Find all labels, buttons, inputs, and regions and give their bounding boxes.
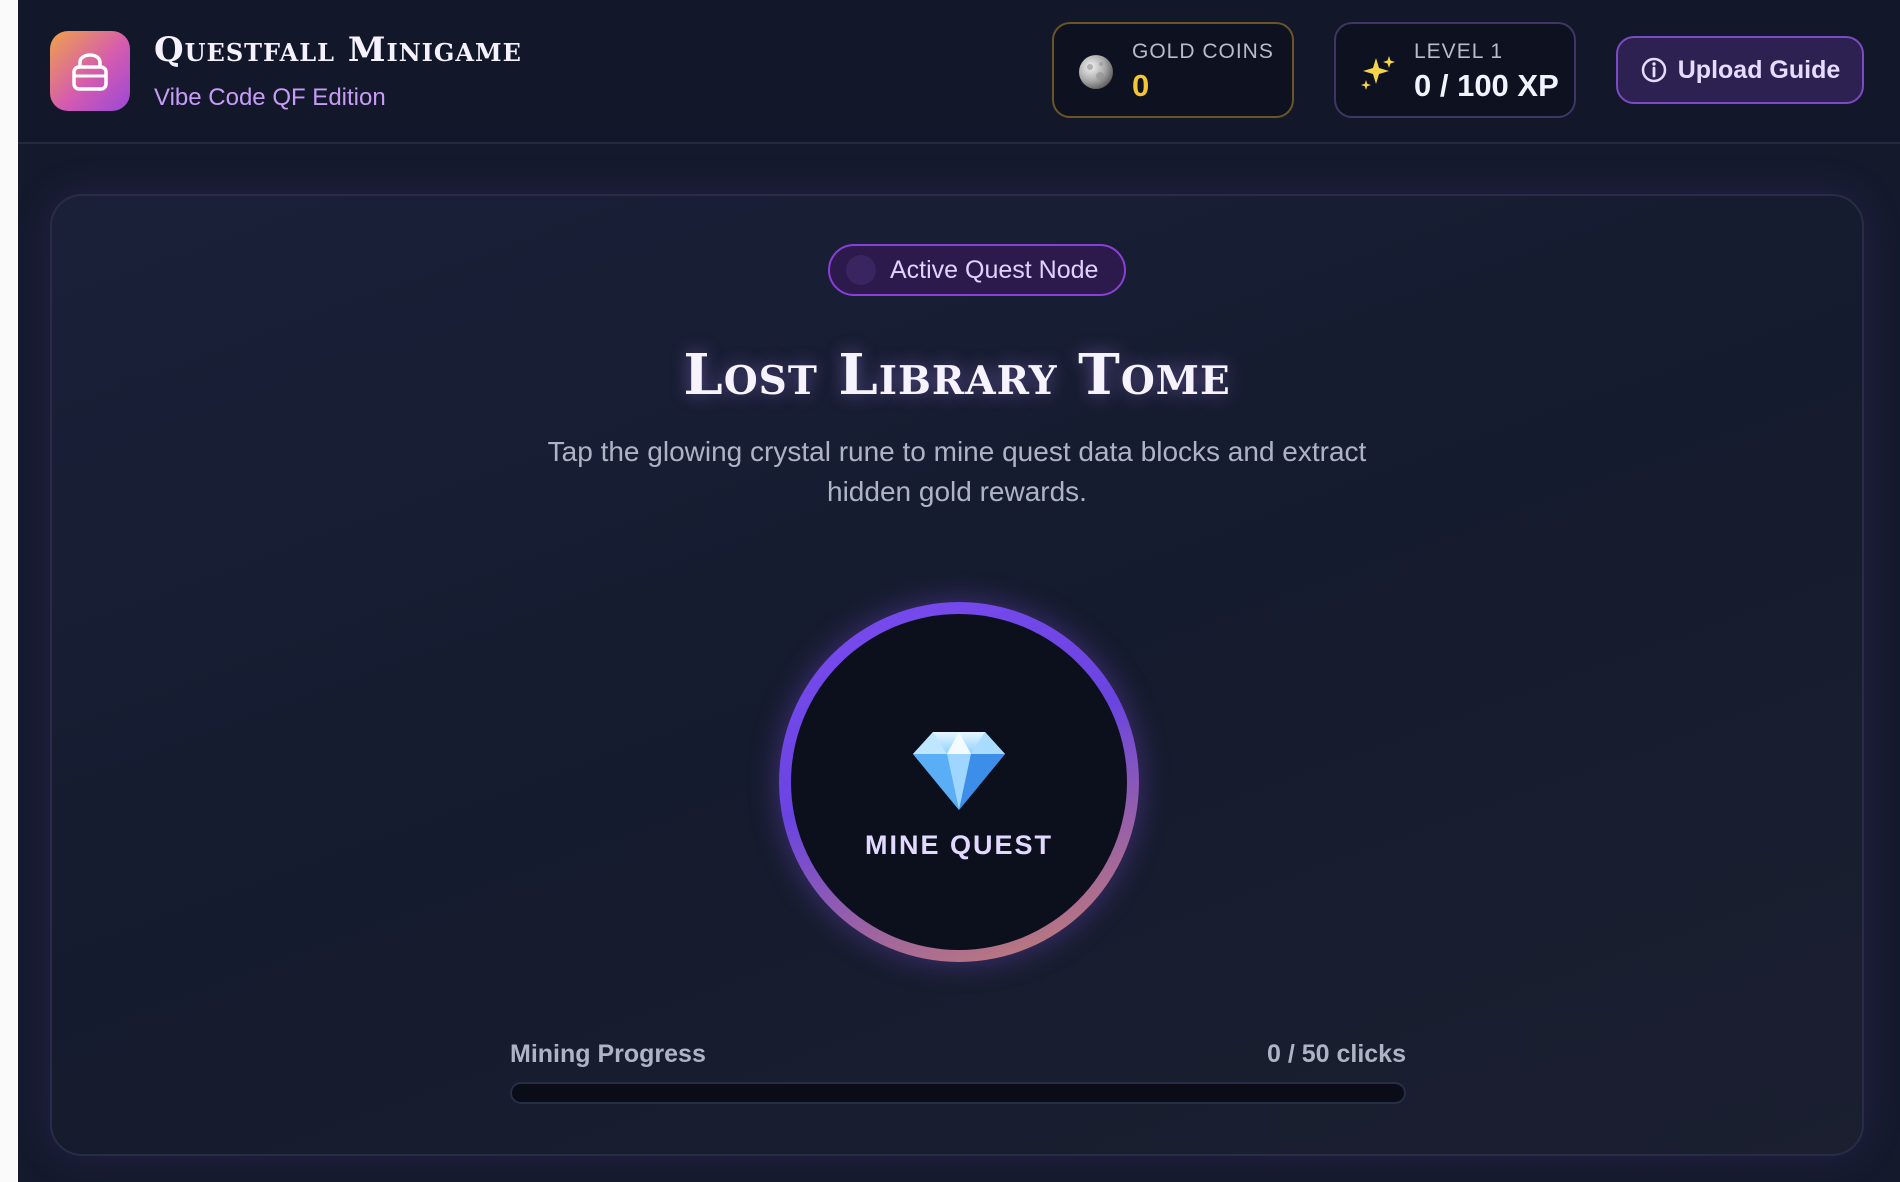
info-icon: [1641, 57, 1666, 83]
app-subtitle: Vibe Code QF Edition: [154, 84, 386, 111]
gold-coins-value: 0: [1132, 68, 1150, 103]
active-quest-badge: Active Quest Node: [828, 244, 1126, 296]
mine-quest-button[interactable]: MINE QUEST: [779, 602, 1139, 962]
upload-guide-label: Upload Guide: [1677, 55, 1841, 84]
upload-guide-button[interactable]: Upload Guide: [1616, 36, 1864, 104]
sparkles-icon: [1361, 56, 1395, 90]
gold-coins-label: GOLD COINS: [1132, 40, 1274, 63]
xp-value: 0 / 100 XP: [1414, 68, 1559, 103]
active-quest-badge-label: Active Quest Node: [890, 255, 1099, 284]
quest-description: Tap the glowing crystal rune to mine que…: [547, 436, 1367, 507]
status-dot: [846, 255, 876, 285]
mine-button-face[interactable]: MINE QUEST: [791, 614, 1127, 950]
mining-progress-label: Mining Progress: [510, 1040, 706, 1068]
quest-title: Lost Library Tome: [683, 342, 1231, 408]
mine-quest-label: MINE QUEST: [864, 830, 1053, 860]
app-logo: [50, 31, 130, 111]
level-label: LEVEL 1: [1414, 40, 1504, 63]
moon-coin-icon: [1079, 55, 1113, 89]
level-xp-card: LEVEL 1 0 / 100 XP: [1334, 22, 1576, 118]
mining-progress-count: 0 / 50 clicks: [1266, 1040, 1406, 1068]
lock-icon: [72, 53, 108, 91]
app-title: Questfall Minigame: [154, 30, 522, 70]
header: Questfall Minigame Vibe Code QF Edition …: [18, 0, 1900, 144]
quest-panel: Active Quest Node Lost Library Tome Tap …: [50, 194, 1864, 1156]
gem-icon: [913, 732, 1005, 810]
mining-progress-bar: [510, 1082, 1406, 1104]
gold-coins-card: GOLD COINS 0: [1052, 22, 1294, 118]
app-window: Questfall Minigame Vibe Code QF Edition …: [18, 0, 1900, 1182]
